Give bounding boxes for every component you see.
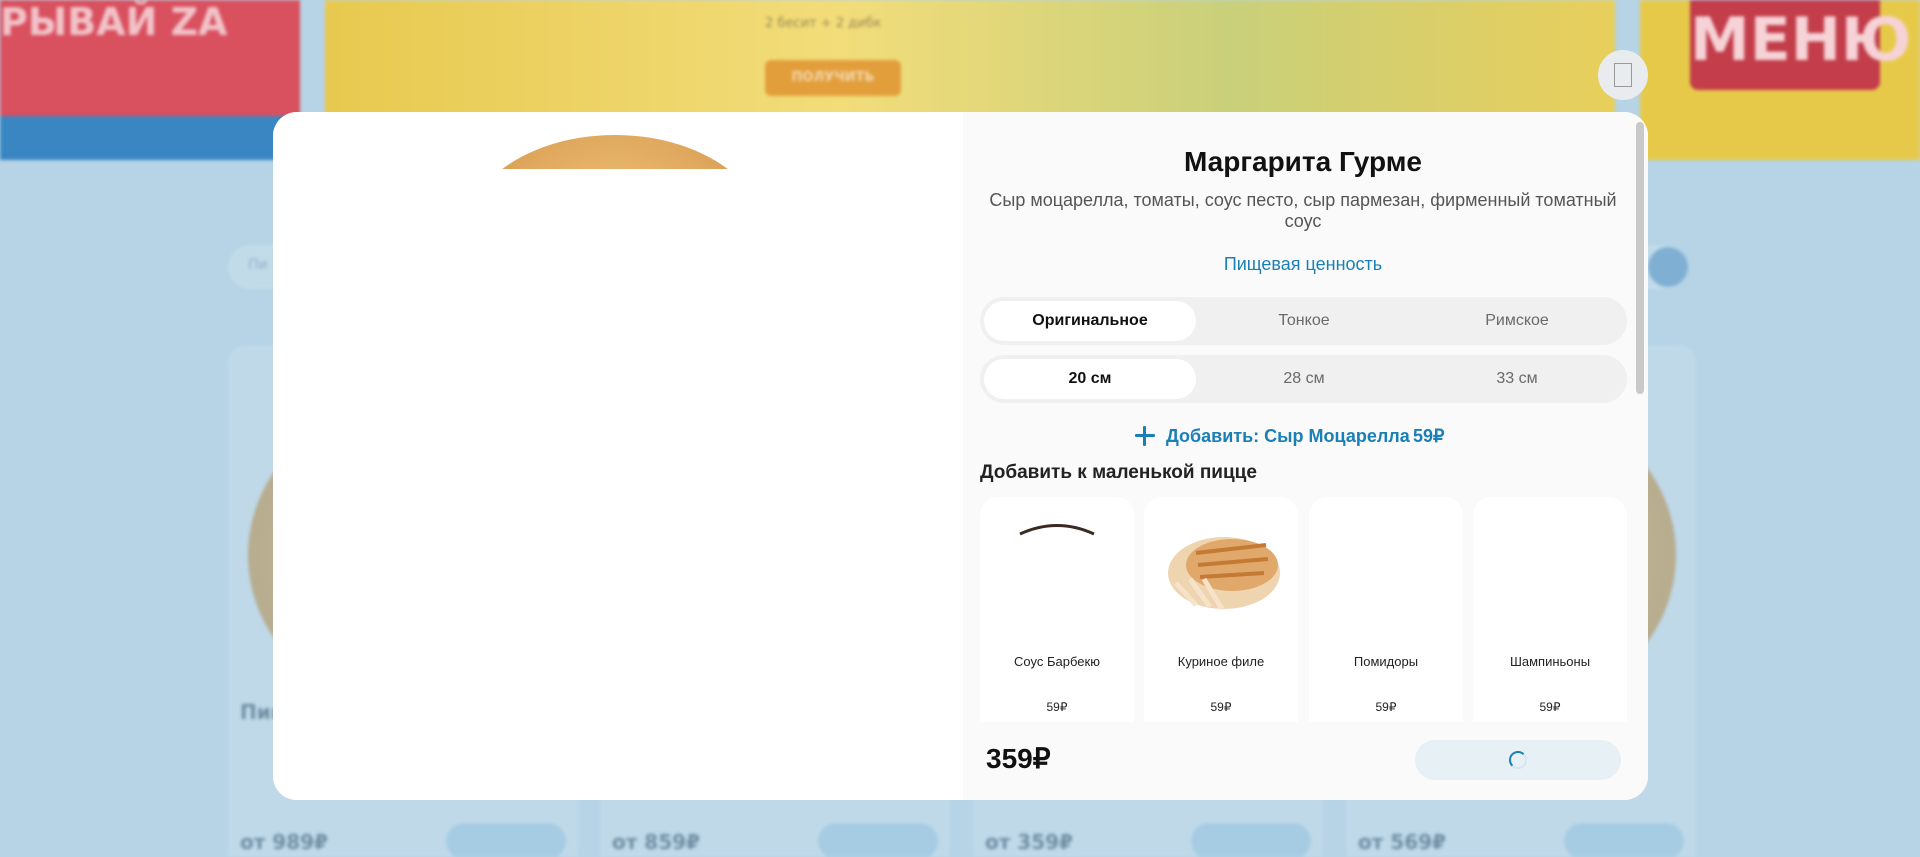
details-scroll-area[interactable]: Маргарита Гурме Сыр моцарелла, томаты, с… [963,112,1648,722]
category-scroll-button [1648,247,1688,287]
extra-name: Куриное филе [1177,654,1265,669]
product-card-button [1191,823,1311,857]
product-card-price: от 569₽ [1358,830,1446,854]
dough-option-roman[interactable]: Римское [1411,301,1623,341]
extra-tile-mushrooms[interactable]: Шампиньоны 59₽ [1473,497,1627,722]
product-description: Сыр моцарелла, томаты, соус песто, сыр п… [989,190,1617,231]
addon-label: Добавить: Сыр Моцарелла [1166,426,1410,446]
extra-tile-chicken[interactable]: Куриное филе 59₽ [1144,497,1298,722]
add-mozzarella-button[interactable]: Добавить: Сыр Моцарелла 59₽ [963,420,1643,454]
promo-get-button: ПОЛУЧИТЬ [765,60,901,96]
nutrition-link[interactable]: Пищевая ценность [963,254,1643,275]
close-icon [1614,63,1632,87]
image-loading-area [273,169,963,800]
chicken-fillet-image [1168,537,1280,611]
extra-price: 59₽ [1046,700,1068,714]
extra-price: 59₽ [1539,700,1561,714]
total-price: 359₽ [986,743,1051,774]
extra-name: Помидоры [1353,654,1419,669]
extra-price: 59₽ [1210,700,1232,714]
mushrooms-image [1485,513,1615,623]
product-details-pane: Маргарита Гурме Сыр моцарелла, томаты, с… [963,112,1648,800]
product-modal: Маргарита Гурме Сыр моцарелла, томаты, с… [273,112,1648,800]
promo-banner-right: МЕНЮ [1640,0,1920,160]
extras-heading: Добавить к маленькой пицце [980,462,1257,483]
promo-banner-left: РЫВАЙ ZA [0,0,300,160]
size-option-20[interactable]: 20 см [984,359,1196,399]
size-selector: 20 см 28 см 33 см [980,355,1627,403]
loading-spinner-icon [1509,751,1527,769]
add-to-cart-button[interactable] [1415,740,1621,780]
promo-left-text: РЫВАЙ ZA [0,0,228,44]
product-card-price: от 859₽ [612,830,700,854]
extra-tile-bbq-sauce[interactable]: Соус Барбекю 59₽ [980,497,1134,722]
scrollbar-thumb[interactable] [1636,122,1644,394]
dough-selector: Оригинальное Тонкое Римское [980,297,1627,345]
extra-name: Соус Барбекю [1014,654,1100,669]
product-card-button [446,823,566,857]
size-option-33[interactable]: 33 см [1411,359,1623,399]
product-card-button [818,823,938,857]
dough-option-thin[interactable]: Тонкое [1198,301,1410,341]
tomatoes-image [1321,513,1451,623]
product-card-price: от 989₽ [240,830,328,854]
modal-footer: 359₽ [963,722,1648,800]
promo-left-strip [0,116,300,160]
product-title: Маргарита Гурме [1184,146,1422,177]
category-tab: Пи [248,257,268,273]
extra-name: Шампиньоны [1509,654,1591,669]
close-modal-button[interactable] [1598,50,1648,100]
promo-menu-text: МЕНЮ [1690,0,1911,90]
product-card-price: от 359₽ [985,830,1073,854]
product-image-pane [273,112,963,800]
size-option-28[interactable]: 28 см [1198,359,1410,399]
product-card-button [1564,823,1684,857]
plus-icon [1133,424,1157,448]
sauce-bowl-icon [1019,524,1095,536]
extra-tile-tomatoes[interactable]: Помидоры 59₽ [1309,497,1463,722]
promo-small-text: 2 бесит + 2 дибк [765,16,882,31]
addon-price: 59₽ [1413,426,1445,446]
dough-option-original[interactable]: Оригинальное [984,301,1196,341]
extra-price: 59₽ [1375,700,1397,714]
